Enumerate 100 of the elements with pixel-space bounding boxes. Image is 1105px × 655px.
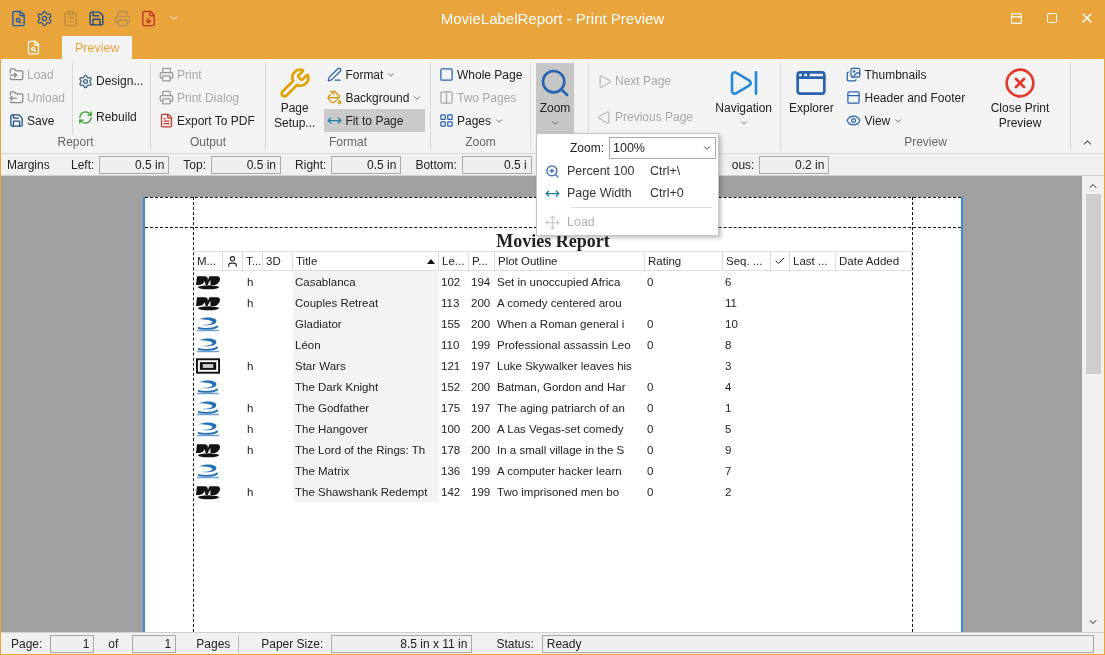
table-cell: Casablanca [293, 271, 439, 292]
table-cell-text: 0 [646, 337, 655, 353]
pdf-icon[interactable] [139, 9, 157, 27]
column-header[interactable] [223, 251, 243, 271]
field-label: ous: [731, 157, 755, 172]
menu-item[interactable]: Page Width Ctrl+0 [537, 182, 718, 204]
ribbon-button[interactable]: Design... [75, 69, 147, 93]
table-cell-text: 0 [646, 400, 655, 416]
ribbon-button[interactable]: Explorer [786, 63, 837, 135]
table-cell-text: 113 [440, 295, 461, 311]
check-icon [774, 255, 786, 267]
column-header[interactable]: Date Added [836, 251, 912, 271]
field-label: Top: [183, 157, 207, 172]
margin-field[interactable]: 0.5 i [461, 155, 532, 174]
table-cell-text: 199 [470, 484, 492, 500]
table-cell-text: 0 [646, 463, 655, 479]
table-cell-text: 194 [470, 274, 492, 290]
column-header[interactable]: Le... [439, 251, 469, 271]
table-cell-text: 4 [724, 379, 733, 395]
printer-icon [159, 90, 174, 105]
ribbon-button[interactable]: Rebuild [75, 105, 147, 129]
preview-icon[interactable] [9, 9, 27, 27]
table-cell-text: 200 [470, 421, 492, 437]
table-cell-text: 0 [646, 421, 655, 437]
table-cell-text: h [246, 358, 255, 374]
table-cell-text: 200 [470, 379, 492, 395]
table-cell-text: In a small village in the S [496, 442, 626, 458]
whole-page-icon [439, 67, 454, 82]
person-icon [226, 254, 239, 268]
margin-field[interactable]: 0.5 in [331, 155, 402, 174]
settings-icon[interactable] [35, 9, 53, 27]
column-header[interactable]: 3D [263, 251, 293, 271]
ribbon-button[interactable]: Close Print Preview [975, 63, 1065, 135]
printer-icon [159, 67, 174, 82]
field-label: of [108, 636, 119, 651]
column-header[interactable]: M... [194, 251, 223, 271]
table-cell-text: A Las Vegas-set comedy [496, 421, 625, 437]
table-cell-text: 9 [724, 442, 733, 458]
ribbon-button[interactable]: Background [324, 86, 426, 109]
table-cell-text: Luke Skywalker leaves his [496, 358, 633, 374]
page-field[interactable]: 1 [50, 634, 95, 653]
ribbon-button[interactable]: Navigation [712, 63, 775, 135]
table-cell-text: h [246, 400, 255, 416]
table-cell: The Dark Knight [293, 376, 439, 397]
column-header[interactable]: T... [243, 251, 263, 271]
two-pages-icon [439, 90, 454, 105]
group-label: Report [56, 135, 95, 151]
column-header[interactable]: Plot Outline [495, 251, 645, 271]
table-cell-text: Two imprisoned men bo [496, 484, 621, 500]
table-cell-text: 0 [646, 316, 655, 332]
field-label: Right: [295, 157, 327, 172]
table-cell: The Hangover [293, 418, 439, 439]
table-cell-text: 142 [440, 484, 462, 500]
next-icon [597, 73, 612, 89]
column-header[interactable]: Seq. ... [723, 251, 771, 271]
table-cell-text: 0 [646, 442, 655, 458]
table-cell-text: 102 [440, 274, 462, 290]
margin-field[interactable]: 0.5 in [211, 155, 282, 174]
margin-field[interactable]: 0.2 in [759, 155, 830, 174]
ribbon-button[interactable]: Fit to Page [324, 109, 426, 132]
paper-size-field: 8.5 in x 11 in [331, 634, 473, 653]
table-cell: The Shawshank Redempt [293, 481, 439, 502]
ribbon-button[interactable]: Header and Footer [843, 86, 969, 109]
zoom-select[interactable]: 100% [609, 136, 716, 159]
column-header[interactable]: Rating [645, 251, 723, 271]
ribbon-button[interactable]: Zoom [536, 63, 574, 135]
table-cell-text: The aging patriarch of an [496, 400, 626, 416]
column-header[interactable]: Last ... [790, 251, 836, 271]
field-label: Paper Size: [261, 636, 324, 651]
table-cell: The Lord of the Rings: Th [293, 439, 439, 460]
column-header[interactable]: P... [469, 251, 495, 271]
pdf-icon [159, 113, 174, 128]
column-header[interactable]: Title [293, 251, 439, 271]
save-icon[interactable] [87, 9, 105, 27]
table-cell-text: h [246, 295, 255, 311]
menu-item[interactable]: Percent 100 Ctrl+\ [537, 160, 718, 182]
table-cell-text: When a Roman general i [496, 316, 626, 332]
ribbon-button[interactable]: Page Setup... [271, 63, 319, 135]
table-cell-text: 6 [724, 274, 733, 290]
margin-field[interactable]: 0.5 in [99, 155, 170, 174]
table-cell-text: 110 [440, 337, 461, 353]
field-label: Page: [11, 636, 43, 651]
ribbon-button[interactable]: Pages [436, 109, 526, 132]
table-cell-text: A computer hacker learn [496, 463, 623, 479]
ribbon-button[interactable]: View [843, 109, 969, 132]
report-title: Movies Report [495, 232, 611, 250]
search-icon [539, 67, 571, 99]
ribbon-button[interactable]: Export To PDF [156, 109, 258, 132]
ribbon-button[interactable]: Thumbnails [843, 63, 969, 86]
table-cell-text: 200 [470, 442, 492, 458]
table-cell-text: h [246, 484, 255, 500]
ribbon-button[interactable]: Save [6, 109, 69, 132]
ribbon-button[interactable]: Whole Page [436, 63, 526, 86]
thumbnails-icon [846, 67, 862, 82]
table-cell-text: 136 [440, 463, 462, 479]
table-cell-text: 0 [646, 274, 655, 290]
scroll-thumb[interactable] [1085, 194, 1101, 374]
field-label: Zoom: [570, 140, 604, 155]
ribbon-button[interactable]: Format [324, 63, 426, 86]
page-count-field: 1 [132, 634, 177, 653]
